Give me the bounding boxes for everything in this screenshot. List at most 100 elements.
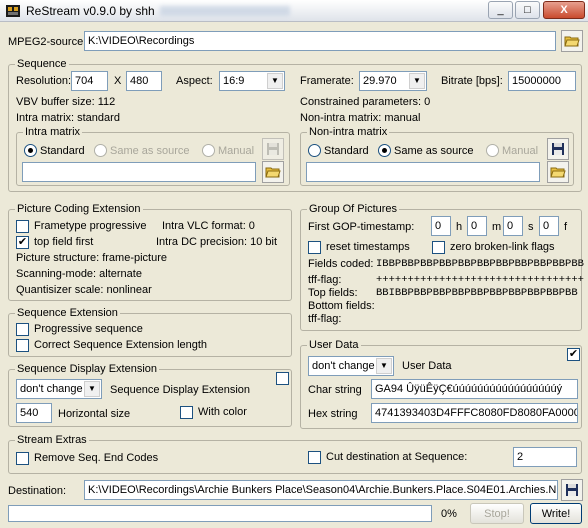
gop-hours-input[interactable]: 0 <box>431 216 451 236</box>
gop-frames-input[interactable]: 0 <box>539 216 559 236</box>
checkmark-icon: ✔ <box>568 348 579 360</box>
remove-seq-end-label: Remove Seq. End Codes <box>34 452 159 464</box>
reset-timestamps-checkbox[interactable] <box>308 241 321 254</box>
user-data-select[interactable]: don't change ▼ <box>308 356 394 376</box>
top-fields-label: Top fields: <box>308 287 358 299</box>
intra-same-label: Same as source <box>110 145 190 157</box>
hex-string-label: Hex string <box>308 408 358 420</box>
top-field-first-label: top field first <box>34 236 94 248</box>
gop-title: Group Of Pictures <box>307 202 400 216</box>
intra-open-button[interactable] <box>262 161 284 183</box>
bitrate-input[interactable]: 15000000 <box>508 71 576 91</box>
gop-seconds-input[interactable]: 0 <box>503 216 523 236</box>
checkmark-icon: ✔ <box>17 236 28 248</box>
frametype-progressive-checkbox[interactable] <box>16 220 29 233</box>
correct-seqext-checkbox[interactable] <box>16 339 29 352</box>
intra-manual-radio[interactable] <box>202 144 215 157</box>
user-data-label: User Data <box>402 360 452 372</box>
destination-path-input[interactable]: K:\VIDEO\Recordings\Archie Bunkers Place… <box>84 480 558 500</box>
minimize-button[interactable]: _ <box>488 1 513 19</box>
destination-label: Destination: <box>8 485 67 497</box>
progress-bar <box>8 505 432 522</box>
nonintra-save-button[interactable] <box>547 138 569 160</box>
stream-extras-title: Stream Extras <box>15 433 89 447</box>
nonintra-open-button[interactable] <box>547 161 569 183</box>
quantisizer-info: Quantisizer scale: nonlinear <box>16 284 152 296</box>
close-button[interactable]: X <box>543 1 585 19</box>
floppy-disk-icon <box>267 143 279 155</box>
framerate-select[interactable]: 29.970 ▼ <box>359 71 427 91</box>
resolution-x-label: X <box>114 75 122 87</box>
gop-seconds-unit: s <box>528 221 534 233</box>
intra-manual-label: Manual <box>218 145 255 157</box>
vbv-info: VBV buffer size: 112 <box>16 96 116 108</box>
open-source-button[interactable] <box>561 30 583 52</box>
with-color-label: With color <box>198 406 247 418</box>
folder-icon <box>265 167 281 178</box>
user-data-title: User Data <box>307 338 361 352</box>
seq-display-ext-select-value: don't change <box>20 383 83 395</box>
intra-same-radio[interactable] <box>94 144 107 157</box>
hex-string-input[interactable]: 4741393403D4FFFC8080FD8080FA0000F <box>371 403 578 423</box>
scanning-mode-info: Scanning-mode: alternate <box>16 268 142 280</box>
nonintra-manual-label: Manual <box>502 145 539 157</box>
save-destination-button[interactable] <box>561 479 583 501</box>
with-color-checkbox[interactable] <box>180 406 193 419</box>
floppy-disk-icon <box>566 484 578 496</box>
nonintra-manual-radio[interactable] <box>486 144 499 157</box>
constrained-info: Constrained parameters: 0 <box>300 96 431 108</box>
user-data-select-value: don't change <box>312 360 375 372</box>
progressive-sequence-checkbox[interactable] <box>16 323 29 336</box>
aspect-label: Aspect: <box>176 75 213 87</box>
cut-sequence-input[interactable]: 2 <box>513 447 577 467</box>
write-button[interactable]: Write! <box>530 503 582 524</box>
folder-icon <box>564 36 580 47</box>
source-path-input[interactable]: K:\VIDEO\Recordings <box>84 31 556 51</box>
nonintra-standard-radio[interactable] <box>308 144 321 157</box>
floppy-disk-icon <box>552 143 564 155</box>
top-field-first-checkbox[interactable]: ✔ <box>16 236 29 249</box>
app-logo-icon <box>6 5 20 17</box>
nonintra-matrix-file-input[interactable] <box>306 162 540 182</box>
nonintra-standard-label: Standard <box>324 145 369 157</box>
seq-display-ext-select[interactable]: don't change ▼ <box>16 379 102 399</box>
horizontal-size-input[interactable]: 540 <box>16 403 52 423</box>
correct-seqext-label: Correct Sequence Extension length <box>34 339 208 351</box>
intra-dc-info: Intra DC precision: 10 bit <box>156 236 278 248</box>
height-input[interactable]: 480 <box>126 71 162 91</box>
char-string-input[interactable]: GA94 ÛÿüÊÿÇ€úúúúúúúúúúúúúúúúúý <box>371 379 578 399</box>
progress-text: 0% <box>441 508 457 520</box>
intra-matrix-title: Intra matrix <box>23 125 83 139</box>
maximize-button[interactable]: □ <box>515 1 540 19</box>
nonintra-same-radio[interactable] <box>378 144 391 157</box>
remove-seq-end-checkbox[interactable] <box>16 452 29 465</box>
gop-minutes-unit: m <box>492 221 502 233</box>
stop-button[interactable]: Stop! <box>470 503 524 524</box>
nonintra-matrix-title: Non-intra matrix <box>307 125 390 139</box>
char-string-label: Char string <box>308 384 362 396</box>
tff-flag-label: tff-flag: <box>308 274 342 286</box>
intra-save-button[interactable] <box>262 138 284 160</box>
nonintra-same-label: Same as source <box>394 145 474 157</box>
frametype-progressive-label: Frametype progressive <box>34 220 147 232</box>
bottom-fields-label: Bottom fields: <box>308 300 375 312</box>
gop-minutes-input[interactable]: 0 <box>467 216 487 236</box>
aspect-select[interactable]: 16:9 ▼ <box>219 71 285 91</box>
folder-icon <box>550 167 566 178</box>
picture-coding-title: Picture Coding Extension <box>15 202 143 216</box>
seq-display-ext-checkbox[interactable] <box>276 372 289 385</box>
width-input[interactable]: 704 <box>71 71 108 91</box>
intra-matrix-file-input[interactable] <box>22 162 256 182</box>
cut-destination-checkbox[interactable] <box>308 451 321 464</box>
progressive-sequence-label: Progressive sequence <box>34 323 143 335</box>
user-data-checkbox[interactable]: ✔ <box>567 348 580 361</box>
intra-standard-radio[interactable] <box>24 144 37 157</box>
bitrate-label: Bitrate [bps]: <box>441 75 503 87</box>
framerate-value: 29.970 <box>363 75 397 87</box>
tff-flag-value: +++++++++++++++++++++++++++++++++ <box>376 274 584 286</box>
intra-vlc-info: Intra VLC format: 0 <box>162 220 255 232</box>
chevron-down-icon: ▼ <box>84 381 100 397</box>
gop-hours-unit: h <box>456 221 463 233</box>
chevron-down-icon: ▼ <box>267 73 283 89</box>
zero-broken-link-checkbox[interactable] <box>432 241 445 254</box>
